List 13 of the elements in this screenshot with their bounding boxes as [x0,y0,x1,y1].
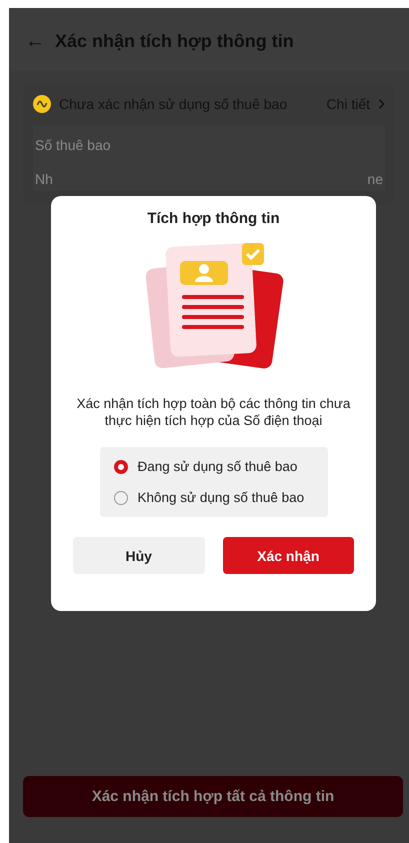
confirm-button[interactable]: Xác nhận [222,537,354,574]
wave-icon [33,95,51,113]
option-label[interactable]: Không sử dụng số thuê bao [138,490,304,505]
chevron-right-icon [378,99,385,109]
row-label: Nh [35,171,53,187]
option-label[interactable]: Đang sử dụng số thuê bao [138,459,298,474]
row-label: Số thuê bao [35,137,111,153]
dialog-message: Xác nhận tích hợp toàn bộ các thông tin chưa thực hiện tích hợp của Số điện thoại [76,395,352,429]
row-value: ne [367,171,383,187]
radio-button[interactable] [114,460,128,474]
cancel-button[interactable]: Hủy [73,537,204,574]
radio-button[interactable] [114,490,128,504]
dialog-title: Tích hợp thông tin [147,210,280,227]
